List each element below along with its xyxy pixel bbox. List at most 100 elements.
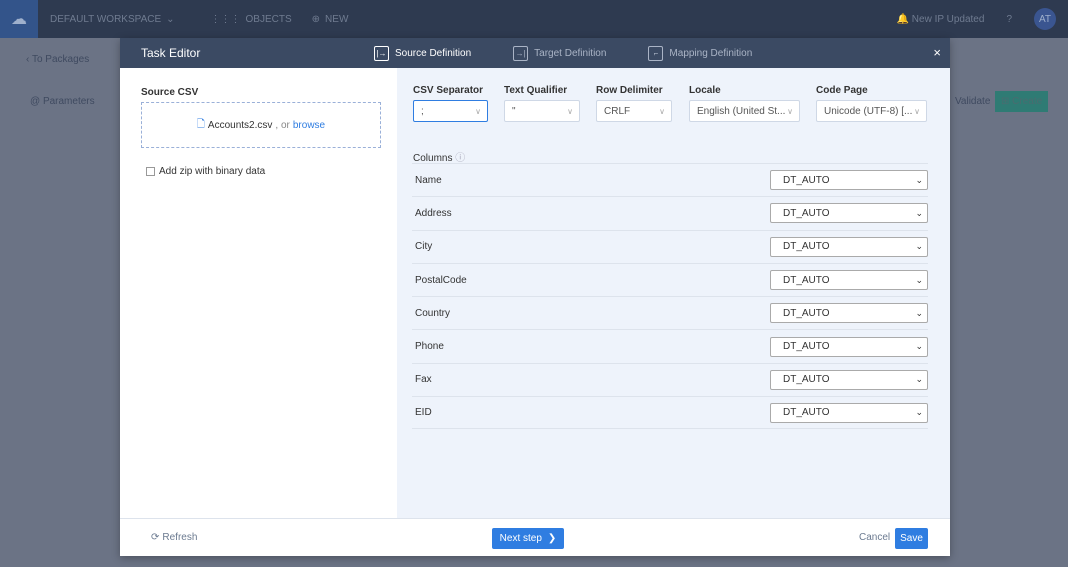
- objects-menu[interactable]: ⋮⋮⋮ OBJECTS: [211, 14, 292, 25]
- text-qualifier-select[interactable]: " ∨: [504, 100, 580, 122]
- grid-icon: ⋮⋮⋮: [210, 13, 241, 25]
- column-type-select[interactable]: DT_AUTO ⌄: [770, 402, 928, 423]
- chevron-down-icon: ∨: [659, 106, 665, 116]
- create-label: Create: [1012, 96, 1043, 107]
- close-icon[interactable]: ×: [933, 45, 941, 60]
- field-label: CSV Separator: [413, 85, 484, 96]
- source-csv-label: Source CSV: [141, 87, 199, 98]
- column-row: Fax DT_AUTO ⌄: [412, 362, 928, 396]
- refresh-label: Refresh: [162, 532, 198, 543]
- columns-table: Name DT_AUTO ⌄ Address DT_AUTO ⌄ City DT_AUTO ⌄ P…: [412, 163, 928, 430]
- chevron-down-icon: ∨: [914, 106, 920, 116]
- code-page-field: Code Page Unicode (UTF-8) [... ∨: [816, 85, 927, 122]
- create-button[interactable]: ⊞ Create: [995, 91, 1049, 112]
- chevron-down-icon: ∨: [567, 106, 573, 116]
- field-label: Locale: [689, 85, 721, 96]
- file-dropzone[interactable]: 🗋 Accounts2.csv, or browse: [141, 102, 381, 148]
- select-value: DT_AUTO: [783, 407, 830, 419]
- notification[interactable]: 🔔 New IP Updated: [897, 14, 985, 25]
- chevron-down-icon: ∨: [787, 106, 793, 116]
- refresh-button[interactable]: ⟳ Refresh: [151, 532, 197, 543]
- add-zip-checkbox[interactable]: Add zip with binary data: [146, 166, 265, 177]
- validate-button[interactable]: Validate: [955, 96, 990, 107]
- chevron-right-icon: ❯: [547, 533, 557, 544]
- column-type-select[interactable]: DT_AUTO ⌄: [770, 270, 928, 291]
- columns-label: Columns ⓘ: [413, 149, 465, 164]
- refresh-icon: ⟳: [151, 532, 160, 543]
- workspace-menu[interactable]: DEFAULT WORKSPACE ⌄: [50, 14, 175, 25]
- chevron-down-icon: ⌄: [915, 207, 923, 218]
- or-text: , or: [275, 119, 290, 131]
- chevron-down-icon: ⌄: [915, 341, 923, 352]
- select-value: DT_AUTO: [783, 207, 830, 219]
- back-link[interactable]: ‹ To Packages: [26, 54, 89, 65]
- select-value: DT_AUTO: [783, 274, 830, 286]
- column-type-select[interactable]: DT_AUTO ⌄: [770, 336, 928, 357]
- column-type-select[interactable]: DT_AUTO ⌄: [770, 369, 928, 390]
- column-type-select[interactable]: DT_AUTO ⌄: [770, 303, 928, 324]
- new-menu[interactable]: ⊕ NEW: [312, 14, 349, 25]
- column-type-select[interactable]: DT_AUTO ⌄: [770, 203, 928, 224]
- chevron-down-icon: ⌄: [915, 307, 923, 318]
- checkbox[interactable]: [146, 167, 155, 176]
- cloud-logo-icon[interactable]: ☁: [0, 0, 38, 38]
- help-icon[interactable]: ?: [1006, 14, 1012, 25]
- column-row: Address DT_AUTO ⌄: [412, 196, 928, 229]
- select-value: English (United St...: [697, 105, 786, 117]
- column-name: Fax: [415, 374, 432, 386]
- browse-link[interactable]: browse: [293, 120, 325, 131]
- step-target-definition[interactable]: →| Target Definition: [513, 45, 606, 61]
- column-name: City: [415, 241, 433, 253]
- column-name: Country: [415, 307, 451, 319]
- code-page-select[interactable]: Unicode (UTF-8) [... ∨: [816, 100, 927, 122]
- locale-select[interactable]: English (United St... ∨: [689, 100, 800, 122]
- back-link-label: To Packages: [31, 54, 90, 65]
- file-icon: 🗋: [196, 118, 205, 130]
- select-value: DT_AUTO: [783, 307, 830, 319]
- field-label: Row Delimiter: [596, 85, 663, 96]
- row-delimiter-select[interactable]: CRLF ∨: [596, 100, 672, 122]
- select-value: DT_AUTO: [783, 241, 830, 253]
- cancel-button[interactable]: Cancel: [859, 532, 890, 543]
- new-label: NEW: [325, 13, 349, 25]
- row-delimiter-field: Row Delimiter CRLF ∨: [596, 85, 672, 122]
- select-value: ": [512, 105, 516, 117]
- chevron-down-icon: ⌄: [915, 374, 923, 385]
- text-qualifier-field: Text Qualifier " ∨: [504, 85, 580, 122]
- column-row: Phone DT_AUTO ⌄: [412, 329, 928, 362]
- chevron-down-icon: ∨: [475, 106, 481, 116]
- dialog-title: Task Editor: [141, 46, 201, 60]
- field-label: Code Page: [816, 85, 868, 96]
- select-value: CRLF: [604, 105, 631, 117]
- column-type-select[interactable]: DT_AUTO ⌄: [770, 236, 928, 257]
- objects-label: OBJECTS: [245, 13, 292, 25]
- locale-field: Locale English (United St... ∨: [689, 85, 800, 122]
- column-row: EID DT_AUTO ⌄: [412, 396, 928, 430]
- column-row: Country DT_AUTO ⌄: [412, 296, 928, 329]
- save-button[interactable]: Save: [895, 528, 928, 549]
- next-step-button[interactable]: Next step ❯: [492, 528, 564, 549]
- next-label: Next step: [499, 533, 542, 544]
- csv-separator-select[interactable]: ; ∨: [413, 100, 488, 122]
- source-icon: |→: [374, 45, 389, 61]
- checkbox-label: Add zip with binary data: [159, 166, 266, 177]
- options-panel: CSV Separator; ∨ Text Qualifier " ∨ Row Del…: [397, 68, 950, 518]
- parameters-tab[interactable]: @ Parameters: [30, 96, 95, 107]
- select-value: DT_AUTO: [783, 341, 830, 353]
- field-label: Text Qualifier: [504, 85, 568, 96]
- select-value: DT_AUTO: [783, 374, 830, 386]
- step-source-definition[interactable]: |→ Source Definition: [374, 45, 471, 61]
- column-type-select[interactable]: DT_AUTO ⌄: [770, 170, 928, 191]
- step-mapping-definition[interactable]: ⌐ Mapping Definition: [648, 45, 752, 61]
- chevron-down-icon: ⌄: [915, 407, 923, 418]
- column-name: PostalCode: [415, 274, 467, 286]
- column-name: Phone: [415, 341, 444, 353]
- workspace-label: DEFAULT WORKSPACE: [50, 13, 162, 25]
- avatar[interactable]: AT: [1034, 8, 1056, 30]
- select-value: Unicode (UTF-8) [...: [824, 105, 913, 117]
- chevron-down-icon: ⌄: [915, 241, 923, 252]
- column-name: Address: [415, 207, 452, 219]
- chevron-down-icon: ⌄: [166, 13, 175, 25]
- task-editor-dialog: Task Editor |→ Source Definition →| Target…: [120, 38, 950, 556]
- column-row: City DT_AUTO ⌄: [412, 229, 928, 263]
